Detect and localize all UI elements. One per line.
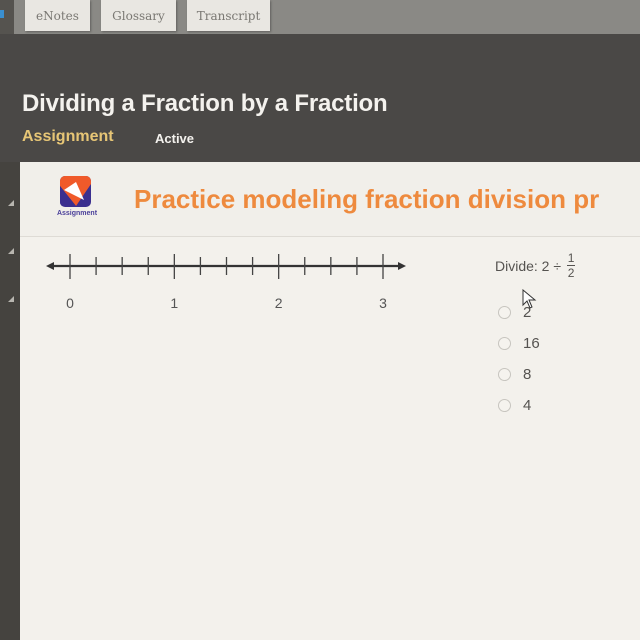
status-label: Active [155, 131, 195, 146]
tick-label: 3 [379, 295, 387, 311]
radio-button[interactable] [498, 368, 511, 381]
tab-transcript[interactable]: Transcript [187, 0, 270, 31]
option-label: 8 [523, 366, 532, 383]
answer-option[interactable]: 16 [498, 333, 540, 354]
left-arrow-icon [46, 262, 54, 270]
sidebar [0, 162, 20, 640]
nav-icon[interactable] [0, 10, 4, 18]
page-title: Dividing a Fraction by a Fraction [22, 90, 388, 117]
pencil-icon [60, 176, 91, 207]
radio-button[interactable] [498, 337, 511, 350]
activity-header: Assignment Practice modeling fraction di… [20, 162, 640, 237]
radio-button[interactable] [498, 399, 511, 412]
answer-option[interactable]: 4 [498, 395, 540, 416]
activity-panel: Assignment Practice modeling fraction di… [20, 162, 640, 640]
tick-label: 1 [170, 295, 178, 311]
fraction-denominator: 2 [567, 266, 575, 280]
fraction: 1 2 [567, 251, 576, 280]
sidebar-expand-icon[interactable] [8, 200, 14, 206]
tick-label: 2 [275, 295, 283, 311]
logo-caption: Assignment [56, 210, 98, 217]
right-arrow-icon [398, 262, 406, 270]
answer-option[interactable]: 8 [498, 364, 540, 385]
sidebar-expand-icon[interactable] [8, 248, 14, 254]
tick-label: 0 [66, 295, 74, 311]
sidebar-expand-icon[interactable] [8, 296, 14, 302]
option-label: 4 [523, 397, 532, 414]
tab-glossary[interactable]: Glossary [101, 0, 176, 31]
radio-button[interactable] [498, 306, 511, 319]
mouse-cursor-icon [522, 289, 537, 309]
fraction-numerator: 1 [567, 251, 575, 265]
left-edge [0, 0, 14, 34]
top-toolbar: eNotes Glossary Transcript [0, 0, 640, 34]
activity-title: Practice modeling fraction division pr [134, 184, 600, 214]
assignment-label: Assignment [22, 128, 114, 145]
answer-options: 2 16 8 4 [498, 302, 540, 426]
question-prompt: Divide: 2 ÷ 1 2 [495, 251, 576, 280]
option-label: 16 [523, 335, 540, 352]
assignment-logo: Assignment [57, 176, 98, 228]
tab-enotes[interactable]: eNotes [25, 0, 90, 31]
number-line: 0 1 2 3 [46, 254, 406, 311]
question-text: Divide: 2 ÷ [495, 257, 562, 274]
